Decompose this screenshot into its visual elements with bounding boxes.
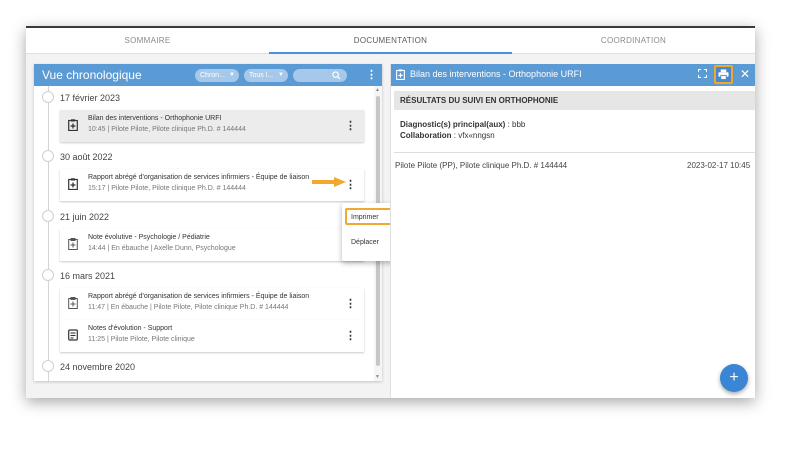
list-item-title: Rapport abrégé d'organisation de service…: [88, 293, 310, 300]
note-icon: [68, 329, 78, 341]
print-button[interactable]: [714, 65, 733, 84]
timeline-line: [48, 86, 49, 381]
chronological-view-panel: Vue chronologique Chron... ▼ Tous l... ▼…: [34, 64, 382, 381]
list-item[interactable]: Rapport abrégé d'organisation de service…: [60, 288, 364, 320]
timeline-date: 24 novembre 2020: [60, 362, 136, 372]
kebab-menu-icon[interactable]: ⋮: [345, 297, 356, 310]
sort-select[interactable]: Chron... ▼: [195, 69, 239, 82]
close-icon[interactable]: ✕: [740, 67, 750, 81]
printer-icon: [718, 69, 729, 80]
field-row: Diagnostic(s) principal(aux) : bbb: [400, 120, 525, 129]
kebab-menu-icon[interactable]: ⋮: [345, 329, 356, 342]
timeline-dot: [42, 269, 54, 281]
divider: [394, 152, 755, 153]
app-window: SOMMAIRE DOCUMENTATION COORDINATION Vue …: [26, 26, 755, 398]
document-panel: Bilan des interventions - Orthophonie UR…: [390, 64, 755, 398]
search-icon: [332, 71, 341, 80]
field-row: Collaboration : vfx«nngsn: [400, 131, 495, 140]
list-item-title: Rapport abrégé d'organisation de service…: [88, 174, 310, 181]
add-button[interactable]: +: [720, 364, 748, 392]
tab-sommaire[interactable]: SOMMAIRE: [26, 28, 269, 54]
timeline-dot: [42, 210, 54, 222]
kebab-menu-icon[interactable]: ⋮: [345, 178, 356, 191]
annotation-arrow-icon: [312, 177, 346, 187]
search-input[interactable]: [293, 69, 347, 82]
scroll-up-icon[interactable]: ▲: [375, 87, 380, 93]
panel-title: Vue chronologique: [42, 68, 142, 82]
timeline-dot: [42, 91, 54, 103]
field-label: Diagnostic(s) principal(aux): [400, 120, 506, 129]
chevron-down-icon: ▼: [278, 72, 284, 78]
list-item-meta: 10:45 | Pilote Pilote, Pilote clinique P…: [88, 126, 246, 133]
list-item-title: Note évolutive - Psychologie / Pédiatrie: [88, 234, 210, 241]
chevron-down-icon: ▼: [229, 72, 235, 78]
tab-documentation[interactable]: DOCUMENTATION: [269, 28, 512, 54]
document-plus-outline-icon: [68, 297, 78, 309]
document-plus-icon: [68, 119, 78, 131]
timeline-date: 30 août 2022: [60, 152, 113, 162]
filter-select[interactable]: Tous l... ▼: [244, 69, 288, 82]
document-title: Bilan des interventions - Orthophonie UR…: [410, 69, 582, 79]
list-item-meta: 11:25 | Pilote Pilote, Pilote clinique: [88, 336, 195, 343]
document-header: Bilan des interventions - Orthophonie UR…: [391, 64, 755, 86]
list-item-meta: 15:17 | Pilote Pilote, Pilote clinique P…: [88, 185, 246, 192]
list-item-title: Notes d'évolution - Support: [88, 325, 173, 332]
signature: Pilote Pilote (PP), Pilote clinique Ph.D…: [395, 161, 568, 170]
timeline-dot: [42, 360, 54, 372]
signature-date: 2023-02-17 10:45: [687, 161, 751, 170]
more-options-icon[interactable]: ⋮: [366, 68, 377, 81]
document-plus-icon: [396, 69, 405, 80]
menu-item-move[interactable]: Déplacer: [351, 239, 379, 246]
filter-select-value: Tous l...: [249, 72, 274, 79]
timeline-dot: [42, 150, 54, 162]
panel-header: Vue chronologique Chron... ▼ Tous l... ▼…: [34, 64, 382, 86]
section-header: RÉSULTATS DU SUIVI EN ORTHOPHONIE: [394, 91, 755, 110]
field-value: bbb: [512, 120, 526, 129]
list-item-meta: 14:44 | En ébauche | Axelle Dunn, Psycho…: [88, 245, 236, 252]
expand-icon[interactable]: [698, 69, 707, 78]
scroll-down-icon[interactable]: ▼: [375, 374, 380, 380]
field-label: Collaboration: [400, 131, 452, 140]
list-item[interactable]: Bilan des interventions - Orthophonie UR…: [60, 110, 364, 142]
timeline-date: 16 mars 2021: [60, 271, 116, 281]
document-plus-icon: [68, 178, 78, 190]
document-plus-outline-icon: [68, 238, 78, 250]
list-item-meta: 11:47 | En ébauche | Pilote Pilote, Pilo…: [88, 304, 289, 311]
tab-bar: SOMMAIRE DOCUMENTATION COORDINATION: [26, 28, 755, 54]
timeline-date: 21 juin 2022: [60, 212, 110, 222]
field-value: vfx«nngsn: [458, 131, 495, 140]
sort-select-value: Chron...: [200, 72, 225, 79]
section-title: RÉSULTATS DU SUIVI EN ORTHOPHONIE: [400, 96, 559, 105]
list-item-title: Bilan des interventions - Orthophonie UR…: [88, 115, 222, 122]
timeline-date: 17 février 2023: [60, 93, 121, 103]
list-item[interactable]: Notes d'évolution - Support 11:25 | Pilo…: [60, 320, 364, 352]
list-item[interactable]: Note évolutive - Psychologie / Pédiatrie…: [60, 229, 364, 261]
kebab-menu-icon[interactable]: ⋮: [345, 119, 356, 132]
tab-coordination[interactable]: COORDINATION: [512, 28, 755, 54]
menu-item-print[interactable]: Imprimer: [351, 214, 379, 221]
